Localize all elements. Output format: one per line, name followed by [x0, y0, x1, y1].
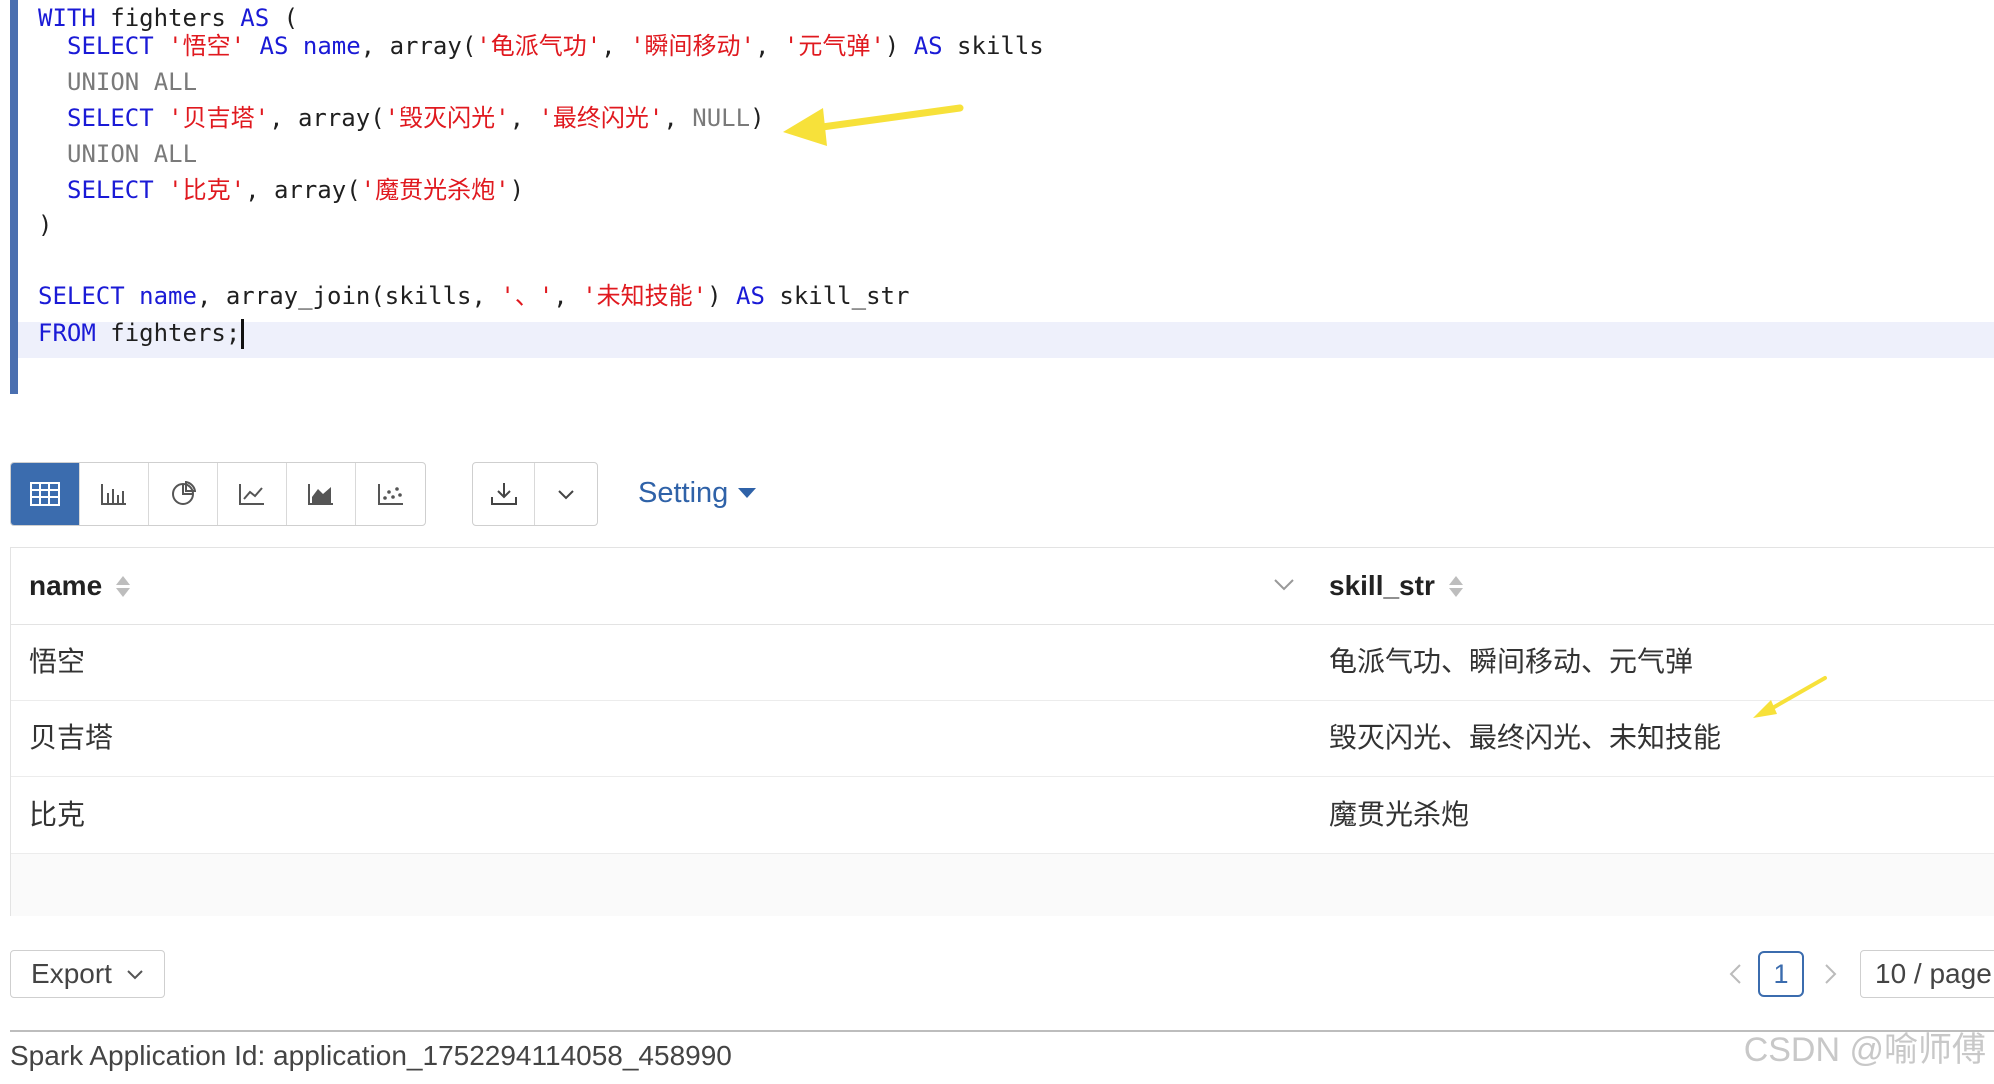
cell-name: 比克	[29, 799, 86, 830]
chevron-right-icon	[1825, 964, 1837, 984]
chevron-down-icon	[127, 970, 143, 980]
code-line-6: SELECT '比克', array('魔贯光杀炮')	[67, 176, 525, 204]
pagination-prev-button[interactable]	[1720, 958, 1750, 990]
sort-icon[interactable]	[1448, 575, 1463, 597]
pagination-current-page[interactable]: 1	[1758, 951, 1804, 997]
table-header: name skill_str	[11, 548, 1994, 625]
code-line-10: FROM fighters;	[38, 315, 245, 351]
download-control	[472, 462, 598, 526]
line-chart-button[interactable]	[218, 463, 287, 525]
bar-chart-icon	[101, 484, 126, 505]
table-view-button[interactable]	[11, 463, 80, 525]
code-line-7: )	[38, 211, 53, 239]
export-button[interactable]: Export	[10, 950, 165, 998]
pagination-next-button[interactable]	[1816, 958, 1846, 990]
sort-icon[interactable]	[116, 575, 131, 597]
area-chart-icon	[308, 484, 333, 505]
footer-divider	[10, 1030, 1994, 1032]
caret-down-icon	[738, 488, 757, 498]
area-chart-button[interactable]	[287, 463, 356, 525]
line-chart-icon	[239, 484, 264, 505]
scatter-chart-button[interactable]	[356, 463, 425, 525]
column-header-name[interactable]: name	[29, 548, 131, 624]
cell-name: 悟空	[29, 646, 86, 677]
chevron-left-icon	[1729, 964, 1741, 984]
watermark: CSDN @喻师傅	[1743, 1031, 1986, 1069]
cell-skill-str: 魔贯光杀炮	[1329, 799, 1470, 830]
scatter-chart-icon	[377, 484, 403, 505]
code-line-9: SELECT name, array_join(skills, '、', '未知…	[38, 282, 910, 310]
column-menu-chevron-icon[interactable]	[1273, 570, 1295, 600]
table-row: 贝吉塔 毁灭闪光、最终闪光、未知技能	[11, 700, 1994, 777]
editor-gutter-bar	[10, 0, 18, 394]
table-row: 比克 魔贯光杀炮	[11, 777, 1994, 854]
setting-dropdown[interactable]: Setting	[638, 470, 757, 516]
column-header-skill-str[interactable]: skill_str	[1329, 548, 1463, 624]
active-line-highlight	[18, 322, 1994, 358]
result-table: name skill_str 悟空 龟派气功、瞬间移动、元气弹 贝吉塔 毁灭闪光…	[10, 547, 1994, 916]
sql-editor[interactable]: WITH fighters AS ( SELECT '悟空' AS name, …	[0, 0, 1994, 394]
code-line-5: UNION ALL	[67, 140, 198, 168]
setting-label: Setting	[638, 477, 729, 509]
page-size-select[interactable]: 10 / page	[1860, 950, 1994, 998]
pie-chart-button[interactable]	[149, 463, 218, 525]
visualization-switcher	[10, 462, 426, 526]
download-button[interactable]	[473, 463, 535, 525]
code-line-3: UNION ALL	[67, 68, 198, 96]
code-line-4: SELECT '贝吉塔', array('毁灭闪光', '最终闪光', NULL…	[67, 104, 765, 132]
download-options-button[interactable]	[535, 463, 597, 525]
cell-skill-str: 龟派气功、瞬间移动、元气弹	[1329, 646, 1694, 677]
table-row: 悟空 龟派气功、瞬间移动、元气弹	[11, 624, 1994, 701]
annotation-arrow-icon	[1753, 676, 1827, 718]
code-line-2: SELECT '悟空' AS name, array('龟派气功', '瞬间移动…	[67, 32, 1044, 60]
text-cursor	[241, 319, 245, 349]
table-icon	[30, 482, 60, 506]
pie-chart-icon	[172, 481, 196, 505]
table-empty-area	[11, 854, 1994, 916]
download-icon	[490, 483, 517, 505]
spark-application-id: Spark Application Id: application_175229…	[10, 1040, 732, 1071]
cell-name: 贝吉塔	[29, 722, 114, 753]
annotation-arrow-icon	[783, 104, 964, 146]
bar-chart-button[interactable]	[80, 463, 149, 525]
cell-skill-str: 毁灭闪光、最终闪光、未知技能	[1329, 722, 1722, 753]
chevron-down-icon	[558, 490, 574, 500]
